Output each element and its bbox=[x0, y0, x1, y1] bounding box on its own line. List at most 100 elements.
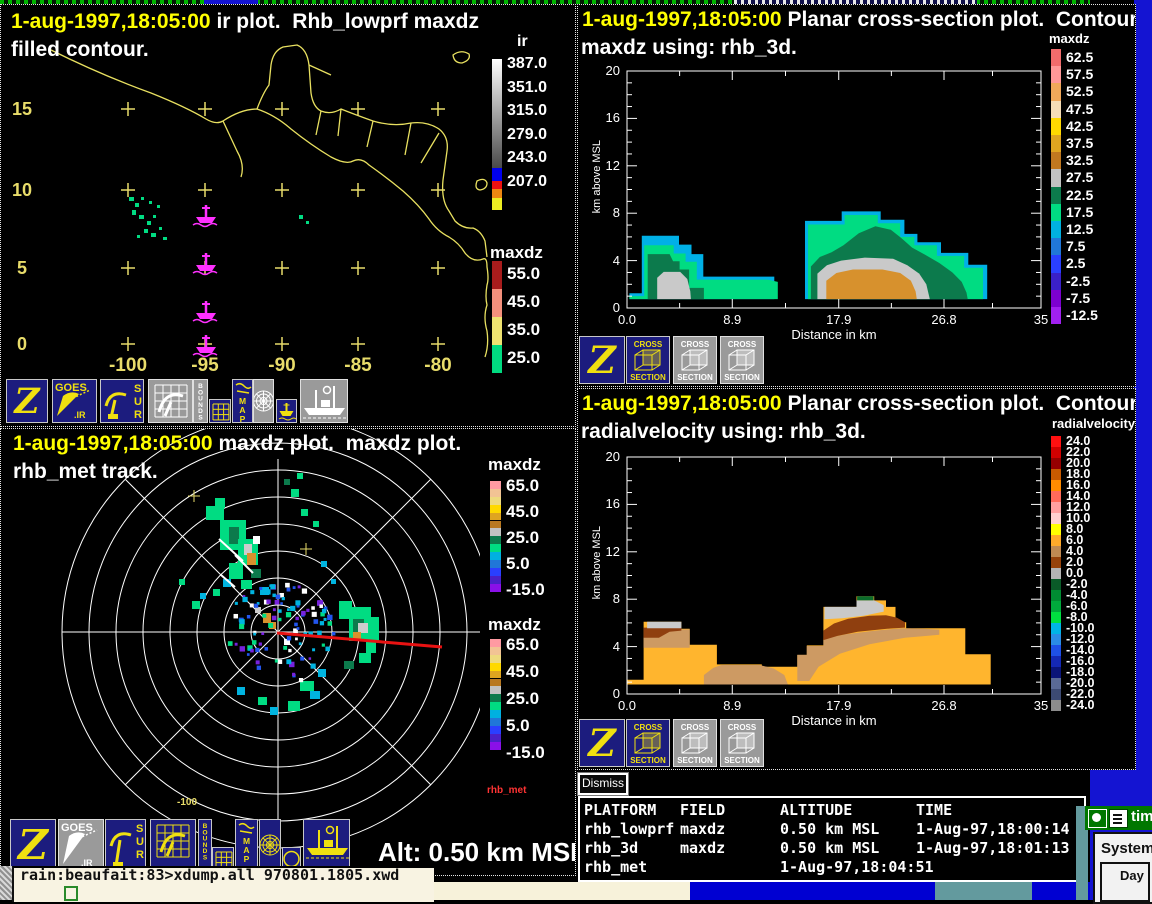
colorbar-label: 387.0 bbox=[507, 55, 547, 73]
scan-web-button[interactable] bbox=[253, 379, 274, 423]
svg-text:SECTION: SECTION bbox=[724, 756, 760, 765]
y-axis-label: km above MSL bbox=[591, 526, 603, 599]
colorbar-title: maxdz bbox=[488, 615, 541, 635]
buoy-button[interactable] bbox=[276, 399, 297, 423]
colorbar-label: 279.0 bbox=[507, 126, 547, 144]
colorbar-label: 57.5 bbox=[1066, 66, 1093, 82]
table-cell: 0.50 km MSL bbox=[780, 820, 879, 838]
plot-description: Planar cross-section plot. Contour of bbox=[782, 392, 1136, 415]
colorbar-segment bbox=[1051, 135, 1061, 152]
colorbar-segment bbox=[490, 718, 501, 726]
window-iconify-icon[interactable] bbox=[1109, 809, 1128, 828]
svg-text:U: U bbox=[136, 836, 144, 848]
cross-section-button-1[interactable]: CROSS SECTION bbox=[626, 719, 670, 767]
surveillance-radar-button[interactable]: SUR bbox=[100, 379, 144, 423]
panel-title-line2: maxdz using: rhb_3d. bbox=[581, 35, 797, 61]
bounds-icon: BOUNDS bbox=[199, 820, 211, 870]
cross-section-button-3: CROSS SECTION bbox=[721, 720, 763, 766]
goes-ir-button[interactable]: GOES .IR bbox=[52, 379, 97, 423]
svg-text:CROSS: CROSS bbox=[634, 340, 663, 349]
zebra-logo-button[interactable]: Z bbox=[6, 379, 48, 423]
zebra-logo-button[interactable]: Z bbox=[10, 819, 56, 871]
colorbar-segment bbox=[1051, 290, 1061, 307]
colorbar-gradient bbox=[492, 59, 502, 168]
colorbar-segment bbox=[490, 663, 501, 671]
data-available-window: Dismiss PLATFORMFIELDALTITUDETIMErhb_low… bbox=[576, 770, 1090, 882]
map-overlay-button[interactable]: MAP bbox=[232, 379, 253, 423]
bounds-button[interactable]: BOUNDS bbox=[198, 819, 212, 871]
colorbar-segment bbox=[1051, 447, 1061, 458]
colorbar-segment bbox=[1051, 579, 1061, 590]
colorbar-segment bbox=[490, 481, 501, 489]
grid-radar-button[interactable] bbox=[150, 819, 196, 871]
small-grid-button[interactable] bbox=[209, 399, 231, 423]
window-menu-icon[interactable] bbox=[1088, 809, 1107, 828]
cross-section-button-2[interactable]: CROSS SECTION bbox=[673, 336, 717, 384]
panel-title-line2: radialvelocity using: rhb_3d. bbox=[581, 419, 866, 445]
day-field[interactable]: Day bbox=[1100, 862, 1150, 902]
map-overlay-button[interactable]: MAP bbox=[235, 819, 258, 871]
cross-section-button-1[interactable]: CROSS SECTION bbox=[626, 336, 670, 384]
x-axis-tick-label: 8.9 bbox=[712, 312, 752, 327]
cross-section-button-3[interactable]: CROSS SECTION bbox=[720, 719, 764, 767]
svg-text:GOES: GOES bbox=[55, 382, 87, 394]
colorbar-label: 207.0 bbox=[507, 173, 547, 191]
colorbar-segment bbox=[492, 181, 502, 189]
system-time-label: System bbox=[1101, 840, 1152, 857]
colorbar-segment bbox=[1051, 546, 1061, 557]
y-axis-tick-label: 20 bbox=[590, 449, 620, 464]
colorbar-segment bbox=[490, 726, 501, 734]
grid-radar-button[interactable] bbox=[148, 379, 193, 423]
colorbar-label: 5.0 bbox=[506, 554, 530, 574]
colorbar-segment bbox=[490, 560, 501, 568]
svg-text:CROSS: CROSS bbox=[681, 340, 710, 349]
x-axis-tick-label: 8.9 bbox=[712, 698, 752, 713]
colorbar-label: 2.5 bbox=[1066, 255, 1085, 271]
panel-xsec-maxdz: 1-aug-1997,18:05:00 Planar cross-section… bbox=[577, 4, 1136, 387]
map-overlay-icon: MAP bbox=[236, 820, 257, 870]
cross-section-button-1: CROSS SECTION bbox=[627, 337, 669, 383]
x-axis-tick-label: 35 bbox=[1021, 698, 1061, 713]
colorbar-label: 25.0 bbox=[506, 689, 539, 709]
bounds-button[interactable]: BOUNDS bbox=[193, 379, 208, 423]
buoy-icon bbox=[277, 400, 296, 422]
time-window-titlebar[interactable]: time bbox=[1085, 806, 1152, 830]
dismiss-button[interactable]: Dismiss bbox=[578, 773, 628, 795]
svg-text:R: R bbox=[136, 849, 144, 861]
cross-section-button-2[interactable]: CROSS SECTION bbox=[673, 719, 717, 767]
ship-button[interactable] bbox=[303, 819, 350, 871]
panel-title: 1-aug-1997,18:05:00 Planar cross-section… bbox=[582, 391, 1136, 417]
zebra-logo-icon: Z bbox=[580, 337, 624, 383]
panel-title: 1-aug-1997,18:05:00 ir plot. Rhb_lowprf … bbox=[11, 9, 479, 35]
colorbar-segment bbox=[490, 497, 501, 505]
colorbar-label: 25.0 bbox=[507, 348, 540, 368]
colorbar-segment bbox=[1051, 436, 1061, 447]
latitude-tick-label: 15 bbox=[9, 99, 35, 120]
scan-web-button[interactable] bbox=[259, 819, 281, 871]
zebra-logo-button[interactable]: Z bbox=[579, 719, 625, 767]
terminal-window[interactable]: rain:beaufait:83>xdump.all 970801.1805.x… bbox=[12, 866, 434, 902]
colorbar-segment bbox=[1051, 491, 1061, 502]
terminal-scrollbar[interactable] bbox=[0, 866, 12, 900]
colorbar-label: 55.0 bbox=[507, 264, 540, 284]
colorbar-segment bbox=[490, 686, 501, 694]
y-axis-tick-label: 4 bbox=[590, 639, 620, 654]
colorbar-segment bbox=[490, 702, 501, 710]
latitude-tick-label: 10 bbox=[9, 180, 35, 201]
cross-section-button-3[interactable]: CROSS SECTION bbox=[720, 336, 764, 384]
zebra-logo-button[interactable]: Z bbox=[579, 336, 625, 384]
ship-button[interactable] bbox=[300, 379, 348, 423]
colorbar-label: 27.5 bbox=[1066, 169, 1093, 185]
table-cell: maxdz bbox=[680, 839, 725, 857]
colorbar-segment bbox=[492, 317, 502, 345]
goes-ir-button[interactable]: GOES .IR bbox=[58, 819, 104, 871]
colorbar-segment bbox=[490, 513, 501, 521]
drifting-buoy-marker bbox=[193, 205, 217, 227]
surveillance-radar-button[interactable]: SUR bbox=[105, 819, 146, 871]
y-axis-label: km above MSL bbox=[591, 140, 603, 213]
table-cell: 1-Aug-97,18:04:51 bbox=[780, 858, 934, 876]
x-axis-label: Distance in km bbox=[784, 327, 884, 342]
colorbar-segment bbox=[1051, 238, 1061, 255]
track-platform-label: rhb_met bbox=[487, 785, 526, 796]
x-axis-tick-label: 26.8 bbox=[924, 312, 964, 327]
